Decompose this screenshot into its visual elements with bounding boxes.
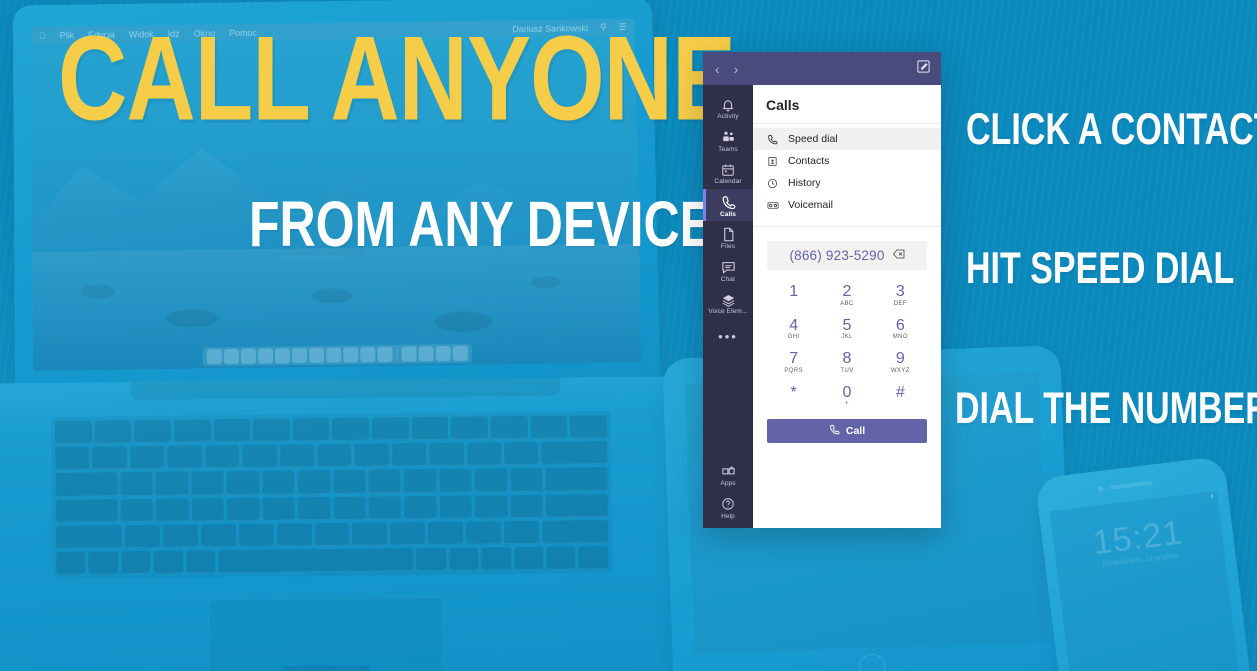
calendar-icon (721, 161, 735, 178)
sidebar-item-files[interactable]: Files (703, 221, 753, 254)
dialpad-key-letters: PQRS (784, 367, 803, 374)
sidebar-item-label: Voice Elem... (708, 308, 748, 315)
dialpad-key-digit: 8 (842, 350, 852, 368)
layers-icon (721, 291, 736, 308)
phone-number-value: (866) 923-5290 (789, 248, 885, 263)
dialpad-keys: 1 2 ABC 3 DEF 4 GHI 5 JKL 6 MNO 7 PQRS 8… (767, 281, 927, 408)
dialpad-key-letters: + (845, 401, 849, 408)
calls-nav-item-contacts[interactable]: Contacts (753, 150, 941, 172)
backspace-icon[interactable] (892, 249, 905, 262)
dialpad-key-0[interactable]: 0 + (820, 382, 873, 409)
dialpad-key-letters: ABC (840, 300, 854, 307)
calls-nav-item-voicemail[interactable]: Voicemail (753, 194, 941, 216)
sidebar-item-label: Calendar (714, 178, 742, 185)
teams-app-window: ‹ › Activity Teams Calendar Calls Files … (703, 52, 941, 528)
sidebar-item-label: Activity (717, 113, 739, 120)
dialpad-key-3[interactable]: 3 DEF (874, 281, 927, 308)
dialpad-key-digit: 6 (895, 316, 905, 334)
dialpad-key-digit: 0 (842, 383, 852, 401)
dialpad-key-digit: # (895, 383, 905, 401)
phone-number-input[interactable]: (866) 923-5290 (767, 241, 927, 270)
sidebar-item-teams[interactable]: Teams (703, 124, 753, 157)
callout-hit-speed-dial: HIT SPEED DIAL (966, 243, 1235, 294)
calls-nav-item-label: Contacts (788, 155, 830, 167)
phone-icon (721, 194, 736, 211)
chat-icon (721, 259, 736, 276)
dialpad-key-8[interactable]: 8 TUV (820, 348, 873, 375)
calls-nav-item-history[interactable]: History (753, 172, 941, 194)
dialpad-key-digit: 9 (895, 350, 905, 368)
sidebar-item-label: Apps (720, 480, 736, 487)
sidebar-item-apps[interactable]: Apps (703, 458, 753, 491)
callout-click-a-contact: CLICK A CONTACT (966, 104, 1257, 155)
teams-left-rail: Activity Teams Calendar Calls Files Chat… (703, 85, 753, 528)
dialpad-key-letters: WXYZ (890, 367, 910, 374)
dialpad-key-6[interactable]: 6 MNO (874, 315, 927, 342)
sidebar-item-label: Help (721, 512, 735, 520)
poster-canvas:  Plik Edycja Widok Idź Okno Pomoc Dariu… (0, 0, 1257, 671)
dialpad-key-1[interactable]: 1 (767, 281, 820, 308)
dialpad-key-digit: * (790, 383, 797, 401)
dialpad-key-4[interactable]: 4 GHI (767, 315, 820, 342)
voicemail-icon (766, 200, 779, 211)
sidebar-item-label: Calls (719, 210, 737, 218)
sidebar-item-voice-elements[interactable]: Voice Elem... (703, 286, 753, 319)
dialpad-key-7[interactable]: 7 PQRS (767, 348, 820, 375)
dialpad-key-letters: DEF (893, 300, 907, 307)
chevron-right-icon[interactable]: › (734, 62, 739, 76)
calls-nav-item-label: Voicemail (788, 199, 833, 211)
dialpad-key-letters: GHI (787, 334, 800, 341)
apps-icon (721, 463, 736, 480)
dialpad-key-9[interactable]: 9 WXYZ (874, 348, 927, 375)
phone-icon (829, 424, 840, 438)
calls-nav-item-label: History (788, 177, 821, 189)
dialpad-key-digit: 5 (842, 316, 852, 334)
callout-dial-the-number: DIAL THE NUMBER (955, 383, 1257, 434)
dialpad-key-5[interactable]: 5 JKL (820, 315, 873, 342)
dialpad-key-letters: TUV (840, 367, 854, 374)
calls-nav-item-label: Speed dial (788, 133, 838, 145)
phone-icon (766, 134, 779, 145)
teams-titlebar: ‹ › (703, 52, 941, 85)
panel-title: Calls (753, 85, 941, 124)
dialpad-key-digit: 3 (895, 283, 905, 300)
call-button-label: Call (845, 425, 866, 438)
sidebar-item-chat[interactable]: Chat (703, 254, 753, 287)
teams-body: Activity Teams Calendar Calls Files Chat… (703, 85, 941, 528)
dialpad-key-digit: 4 (789, 316, 799, 334)
bell-icon (721, 96, 735, 113)
compose-icon[interactable] (916, 59, 931, 79)
page-title: CALL ANYONE (58, 11, 736, 146)
teams-icon (721, 129, 736, 146)
contacts-icon (766, 156, 779, 167)
chevron-left-icon[interactable]: ‹ (715, 62, 720, 76)
sidebar-more-button[interactable]: ••• (718, 319, 738, 348)
dialpad-key-letters: JKL (841, 334, 853, 341)
dialpad-key-2[interactable]: 2 ABC (820, 281, 873, 308)
dialpad-key-star[interactable]: * (767, 382, 820, 409)
help-icon (721, 496, 735, 513)
clock-icon (766, 178, 779, 189)
sidebar-item-activity[interactable]: Activity (703, 91, 753, 124)
sidebar-item-label: Files (720, 243, 736, 250)
dialpad-key-digit: 1 (789, 283, 799, 300)
sidebar-item-label: Chat (720, 275, 736, 283)
call-button[interactable]: Call (767, 419, 927, 444)
calls-nav-list: Speed dial Contacts History Voicemail (753, 124, 941, 227)
calls-panel: Calls Speed dial Contacts History Voicem… (753, 85, 941, 528)
dialpad-key-letters: MNO (892, 334, 908, 341)
dialpad-key-digit: 7 (789, 350, 799, 368)
dialpad-area: (866) 923-5290 1 2 ABC 3 DEF 4 GHI 5 JKL… (753, 227, 941, 444)
nav-arrows-group: ‹ › (715, 62, 738, 76)
calls-nav-item-speed-dial[interactable]: Speed dial (753, 128, 941, 150)
sidebar-item-calls[interactable]: Calls (703, 188, 753, 221)
dialpad-key-digit: 2 (842, 283, 852, 300)
files-icon (722, 226, 735, 243)
page-subtitle: FROM ANY DEVICE (249, 188, 713, 260)
sidebar-item-label: Teams (718, 145, 738, 153)
dialpad-key-hash[interactable]: # (874, 382, 927, 409)
sidebar-item-calendar[interactable]: Calendar (703, 156, 753, 189)
sidebar-item-help[interactable]: Help (703, 491, 753, 529)
